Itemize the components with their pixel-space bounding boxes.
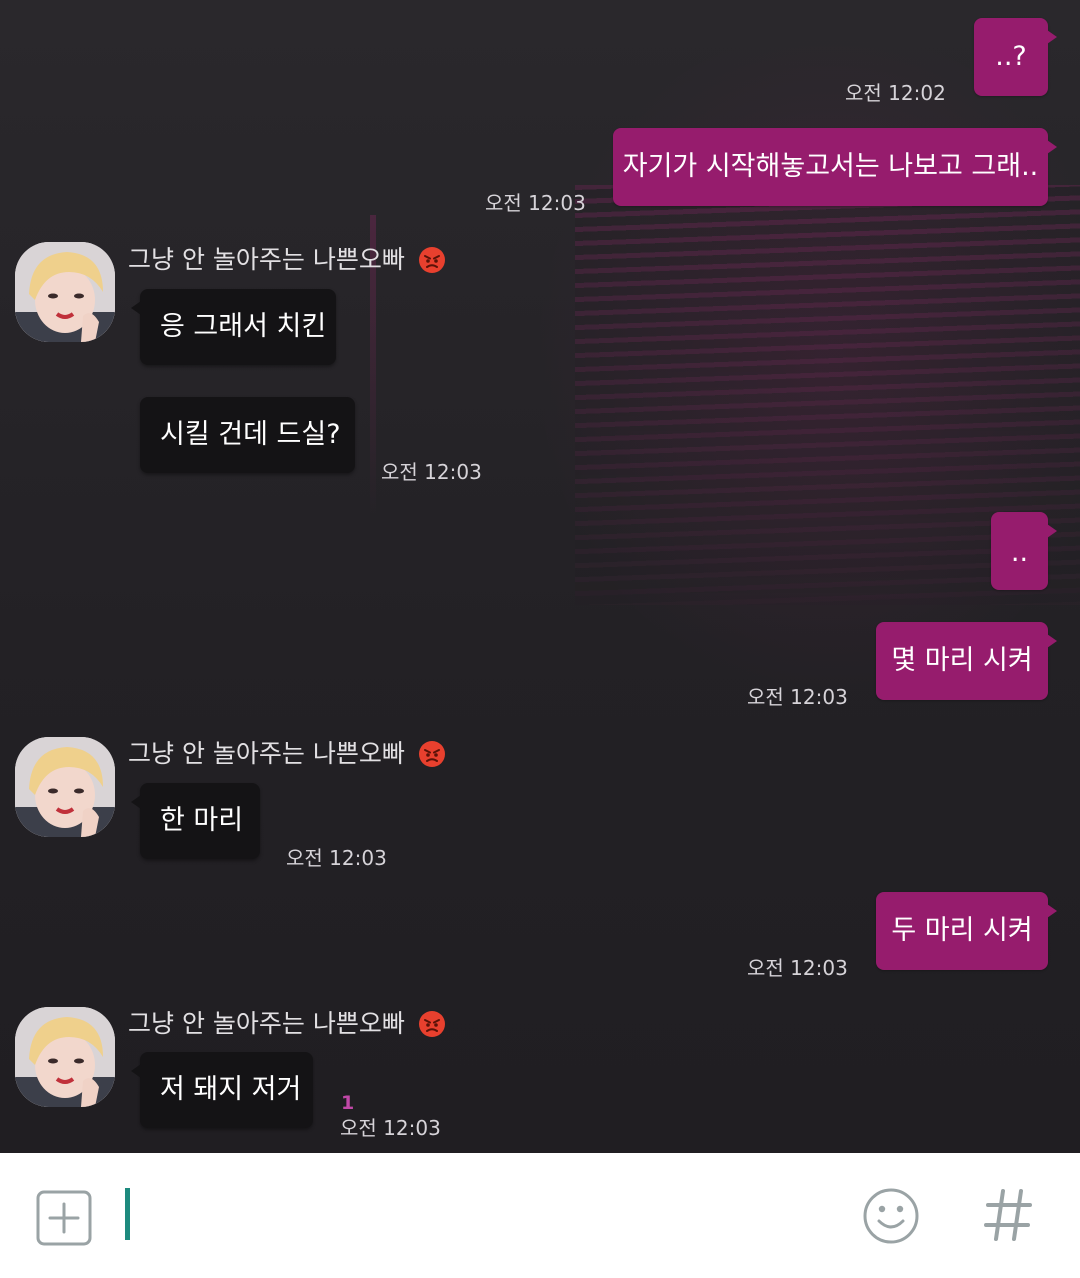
chat-message-list[interactable]: ..? 오전 12:02 자기가 시작해놓고서는 나보고 그래.. 오전 12:… [0, 0, 1080, 1153]
hashtag-icon[interactable] [984, 1187, 1034, 1243]
unread-count: 1 [341, 1092, 355, 1114]
message-timestamp: 오전 12:03 [485, 191, 586, 215]
contact-avatar[interactable] [15, 737, 115, 837]
outgoing-message-bubble[interactable]: .. [991, 512, 1057, 590]
outgoing-message-bubble[interactable]: 자기가 시작해놓고서는 나보고 그래.. [613, 128, 1057, 206]
contact-name: 그냥 안 놀아주는 나쁜오빠 [128, 245, 405, 274]
message-timestamp: 오전 12:03 [747, 956, 848, 980]
outgoing-message-bubble[interactable]: ..? [974, 18, 1057, 96]
angry-face-icon [419, 247, 445, 273]
message-timestamp: 오전 12:02 [845, 81, 946, 105]
contact-avatar[interactable] [15, 1007, 115, 1107]
message-timestamp: 오전 12:03 [286, 846, 387, 870]
contact-name: 그냥 안 놀아주는 나쁜오빠 [128, 739, 405, 768]
angry-face-icon [419, 1011, 445, 1037]
incoming-message-bubble[interactable]: 시킬 건데 드실? [140, 397, 355, 473]
plus-box-icon[interactable] [36, 1190, 92, 1246]
contact-avatar[interactable] [15, 242, 115, 342]
outgoing-message-bubble[interactable]: 두 마리 시켜 [876, 892, 1057, 970]
angry-face-icon [419, 741, 445, 767]
message-timestamp: 오전 12:03 [747, 685, 848, 709]
incoming-message-bubble[interactable]: 저 돼지 저거 [131, 1052, 313, 1128]
incoming-message-bubble[interactable]: 응 그래서 치킨 [131, 289, 336, 365]
message-timestamp: 오전 12:03 [381, 460, 482, 484]
message-input-field[interactable] [125, 1188, 130, 1240]
message-input-bar [0, 1153, 1080, 1278]
incoming-message-bubble[interactable]: 한 마리 [131, 783, 260, 859]
contact-name: 그냥 안 놀아주는 나쁜오빠 [128, 1009, 405, 1038]
message-timestamp: 오전 12:03 [340, 1116, 441, 1140]
smiley-icon[interactable] [862, 1187, 920, 1245]
outgoing-message-bubble[interactable]: 몇 마리 시켜 [876, 622, 1057, 700]
